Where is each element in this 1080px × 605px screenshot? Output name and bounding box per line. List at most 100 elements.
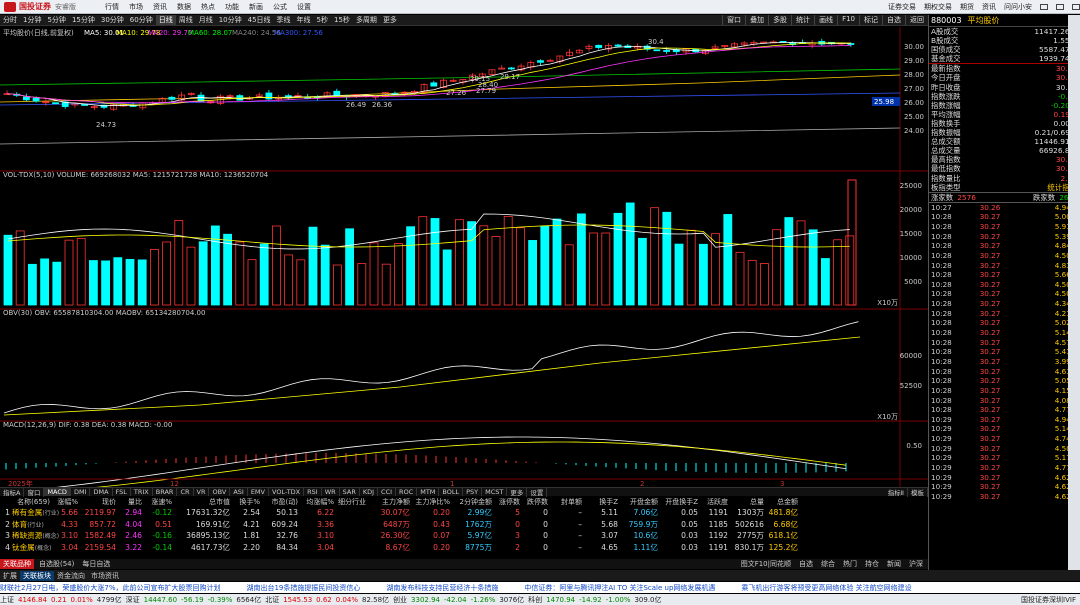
header-cell[interactable]: 现价 bbox=[78, 497, 116, 507]
bottom-tab[interactable]: 图文F10|同花顺 bbox=[738, 559, 794, 569]
maximize-button[interactable] bbox=[1056, 4, 1064, 10]
header-cell[interactable]: 名称(659) bbox=[10, 497, 50, 507]
menu-item[interactable]: 功能 bbox=[220, 2, 244, 12]
period-tab[interactable]: 分时 bbox=[0, 15, 20, 25]
tick-row[interactable]: 10:29 30.27 4.62亿 bbox=[929, 473, 1080, 483]
period-tab[interactable]: 日线 bbox=[155, 15, 176, 25]
chart-tool-button[interactable]: 多股 bbox=[768, 15, 791, 25]
tick-row[interactable]: 10:28 30.27 4.57亿 bbox=[929, 338, 1080, 348]
chart-area[interactable]: 平均股价(日线,前复权) MA5: 30.01MA10: 29.78MA20: 2… bbox=[0, 27, 928, 487]
chart-tool-button[interactable]: 自选 bbox=[882, 15, 905, 25]
indicator-tab[interactable]: BOLL bbox=[439, 488, 464, 496]
menu-item[interactable]: 资讯 bbox=[982, 2, 996, 12]
indicator-tab[interactable]: 设置 bbox=[527, 487, 548, 497]
menu-item[interactable]: 公式 bbox=[268, 2, 292, 12]
bottom-tab[interactable]: 自选股(54) bbox=[36, 559, 77, 569]
header-cell[interactable]: 开盘金额 bbox=[618, 497, 658, 507]
menu-item[interactable]: 设置 bbox=[292, 2, 316, 12]
bottom-tab[interactable]: 持仓 bbox=[862, 559, 882, 569]
menu-item[interactable]: 行情 bbox=[100, 2, 124, 12]
header-cell[interactable]: 涨停数 bbox=[492, 497, 520, 507]
news-item[interactable]: 湖南出台19条措施提振民间投资信心 bbox=[246, 583, 360, 593]
tick-row[interactable]: 10:27 30.26 4.94亿 bbox=[929, 203, 1080, 213]
news-item[interactable]: 财联社2月27日电，荣盛股价大涨7%，此前公司宣布扩大股票回购计划 bbox=[0, 583, 220, 593]
table-row[interactable]: 3 稀缺资源(概念) 3.10 1582.49 2.46 -0.16 36895.13亿 1.… bbox=[0, 530, 928, 542]
header-cell[interactable]: 活跃度 bbox=[698, 497, 728, 507]
indicator-tab[interactable]: MCST bbox=[482, 488, 508, 496]
table-row[interactable]: 1 稀有金属(行业) 5.66 2119.97 2.94 -0.12 17631.32亿 2.… bbox=[0, 507, 928, 519]
tick-row[interactable]: 10:28 30.27 5.00亿 bbox=[929, 212, 1080, 222]
tick-row[interactable]: 10:28 30.27 4.50亿 bbox=[929, 280, 1080, 290]
menu-item[interactable]: 热点 bbox=[196, 2, 220, 12]
indicator-tab[interactable]: CR bbox=[177, 488, 194, 496]
menu-item[interactable]: 期权交易 bbox=[924, 2, 952, 12]
period-tab[interactable]: 30分钟 bbox=[98, 15, 127, 25]
tick-row[interactable]: 10:28 30.27 4.50亿 bbox=[929, 289, 1080, 299]
news-item[interactable]: 湖南发布科技支持民营经济十条措施 bbox=[386, 583, 498, 593]
bottom-tab[interactable]: 关联品种 bbox=[0, 559, 34, 569]
indicator-tab[interactable]: 指标Ⅱ bbox=[885, 487, 908, 497]
tick-row[interactable]: 10:29 30.27 4.62亿 bbox=[929, 482, 1080, 492]
header-cell[interactable]: 涨幅% bbox=[50, 497, 78, 507]
period-tab[interactable]: 60分钟 bbox=[127, 15, 156, 25]
menu-item[interactable]: 新画 bbox=[244, 2, 268, 12]
bottom-tab[interactable]: 自选 bbox=[796, 559, 816, 569]
header-cell[interactable]: 量比 bbox=[116, 497, 142, 507]
tick-row[interactable]: 10:29 30.27 5.14亿 bbox=[929, 424, 1080, 434]
tick-row[interactable]: 10:28 30.27 4.21亿 bbox=[929, 309, 1080, 319]
header-cell[interactable]: 主力净额 bbox=[366, 497, 410, 507]
chart-tool-button[interactable]: F10 bbox=[837, 15, 859, 25]
indicator-tab[interactable]: 指标A bbox=[0, 487, 25, 497]
indicator-tab[interactable]: ASI bbox=[230, 488, 248, 496]
tick-row[interactable]: 10:29 30.27 5.17亿 bbox=[929, 453, 1080, 463]
period-tab[interactable]: 15秒 bbox=[331, 15, 353, 25]
menu-item[interactable]: 数据 bbox=[172, 2, 196, 12]
indicator-tab[interactable]: FSL bbox=[113, 488, 131, 496]
period-tab[interactable]: 周线 bbox=[176, 15, 196, 25]
tick-row[interactable]: 10:28 30.27 4.15亿 bbox=[929, 386, 1080, 396]
tick-row[interactable]: 10:28 30.27 4.84亿 bbox=[929, 241, 1080, 251]
period-tab[interactable]: 更多 bbox=[380, 15, 400, 25]
header-cell[interactable]: 开盘换手Z bbox=[658, 497, 698, 507]
tick-row[interactable]: 10:28 30.27 5.41亿 bbox=[929, 347, 1080, 357]
tick-row[interactable]: 10:28 30.27 5.91亿 bbox=[929, 222, 1080, 232]
close-button[interactable] bbox=[1072, 4, 1080, 10]
chart-tool-button[interactable]: 画线 bbox=[814, 15, 837, 25]
indicator-tab[interactable]: BRAR bbox=[153, 488, 178, 496]
period-tab[interactable]: 月线 bbox=[196, 15, 216, 25]
period-tab[interactable]: 1分钟 bbox=[20, 15, 44, 25]
header-cell[interactable]: 换手% bbox=[230, 497, 260, 507]
news-item[interactable]: 中信证券：阿里与腾讯押注AI TO 关注Scale up网络发展机遇 bbox=[524, 583, 715, 593]
tick-row[interactable]: 10:28 30.27 4.83亿 bbox=[929, 261, 1080, 271]
indicator-tab[interactable]: KDJ bbox=[360, 488, 379, 496]
period-tab[interactable]: 5秒 bbox=[314, 15, 331, 25]
sub-tab[interactable]: 市场资讯 bbox=[88, 571, 122, 581]
period-tab[interactable]: 年线 bbox=[294, 15, 314, 25]
tick-row[interactable]: 10:28 30.27 4.77亿 bbox=[929, 405, 1080, 415]
header-cell[interactable]: 跌停数 bbox=[520, 497, 548, 507]
tick-row[interactable]: 10:29 30.27 4.77亿 bbox=[929, 463, 1080, 473]
indicator-tab[interactable]: 更多 bbox=[507, 487, 528, 497]
chart-tool-button[interactable]: 返回 bbox=[905, 15, 928, 25]
tick-row[interactable]: 10:28 30.27 4.08亿 bbox=[929, 396, 1080, 406]
menu-item[interactable]: 市场 bbox=[124, 2, 148, 12]
menu-item[interactable]: 资讯 bbox=[148, 2, 172, 12]
header-cell[interactable]: 总市值 bbox=[172, 497, 230, 507]
period-tab[interactable]: 10分钟 bbox=[216, 15, 245, 25]
bottom-tab[interactable]: 综合 bbox=[818, 559, 838, 569]
bottom-tab[interactable]: 热门 bbox=[840, 559, 860, 569]
tick-list[interactable]: 10:27 30.26 4.94亿 10:28 30.27 5.00亿 10:28 30.27… bbox=[929, 203, 1080, 502]
indicator-tab[interactable]: WR bbox=[322, 488, 340, 496]
header-cell[interactable]: 主力净比% bbox=[410, 497, 450, 507]
indicator-tab[interactable]: OBV bbox=[209, 488, 231, 496]
tick-row[interactable]: 10:28 30.27 4.50亿 bbox=[929, 251, 1080, 261]
indicator-tab[interactable]: RSI bbox=[304, 488, 322, 496]
bottom-tab[interactable]: 沪深 bbox=[906, 559, 926, 569]
header-cell[interactable]: 总量 bbox=[728, 497, 764, 507]
header-cell[interactable]: 细分行业 bbox=[334, 497, 366, 507]
indicator-tab[interactable]: 窗口 bbox=[24, 487, 45, 497]
indicator-tab[interactable]: VOL-TDX bbox=[269, 488, 305, 496]
menu-item[interactable]: 问问小安 bbox=[1004, 2, 1032, 12]
tick-row[interactable]: 10:29 30.27 4.74亿 bbox=[929, 434, 1080, 444]
period-tab[interactable]: 5分钟 bbox=[44, 15, 68, 25]
